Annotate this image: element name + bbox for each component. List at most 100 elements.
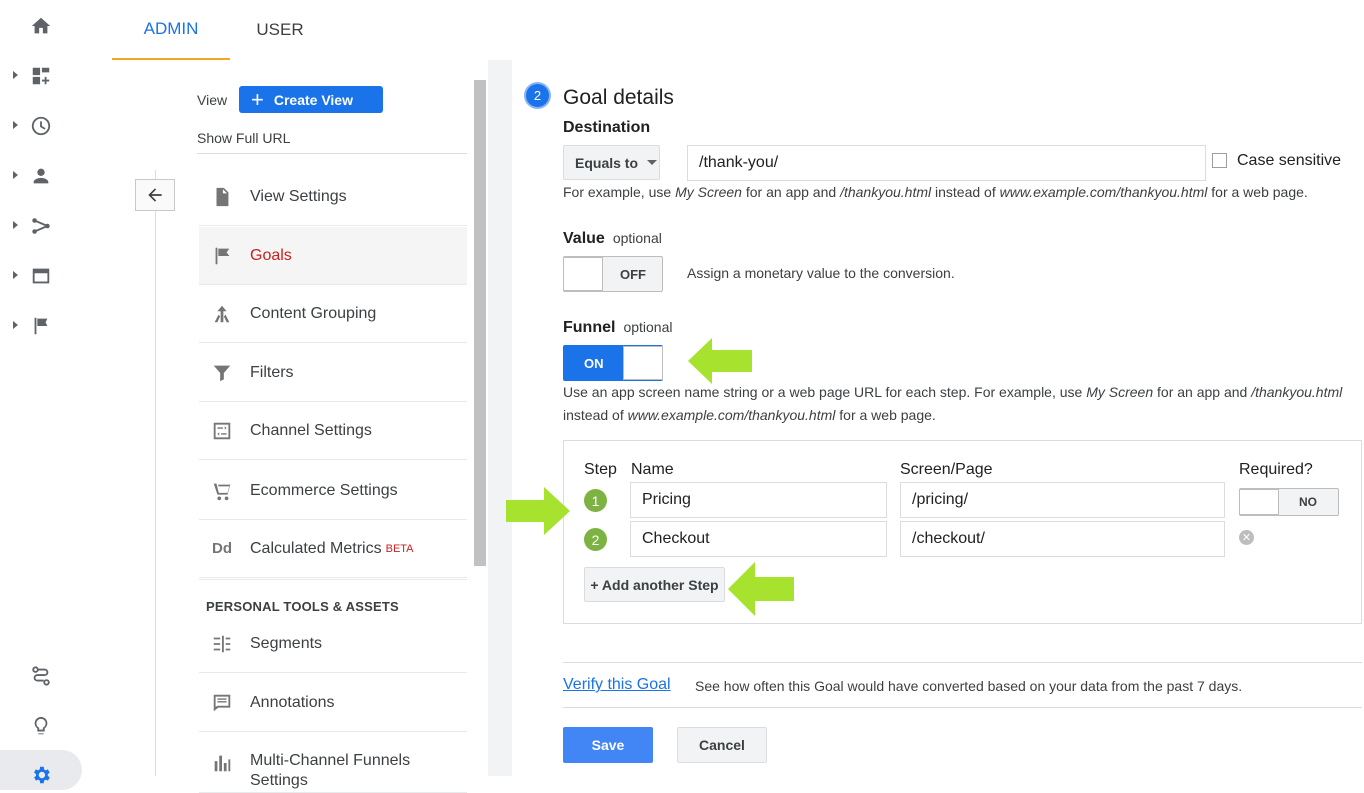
nav-item-annotations[interactable]: Annotations	[199, 674, 467, 732]
content-grouping-icon	[210, 302, 234, 326]
conversions-nav[interactable]	[0, 306, 82, 346]
nav-item-label: View Settings	[250, 187, 347, 205]
optional-tag: optional	[612, 230, 662, 246]
nav-item-filters[interactable]: Filters	[199, 344, 467, 402]
home-nav[interactable]	[0, 6, 82, 46]
realtime-nav[interactable]	[0, 106, 82, 146]
filter-icon	[210, 361, 234, 385]
verify-hint: See how often this Goal would have conve…	[695, 678, 1243, 694]
admin-nav[interactable]	[0, 750, 82, 790]
step-badge: 2	[584, 528, 607, 551]
nav-item-ecommerce-settings[interactable]: Ecommerce Settings	[199, 462, 467, 520]
col-required: Required?	[1239, 461, 1313, 478]
divider	[563, 662, 1362, 663]
save-button[interactable]: Save	[563, 727, 653, 763]
nav-item-mcf-settings[interactable]: Multi-Channel Funnels Settings	[199, 733, 467, 793]
step-screen-input[interactable]	[900, 482, 1225, 518]
nav-item-label: Content Grouping	[250, 304, 377, 322]
show-full-url-toggle[interactable]: Show Full URL	[197, 130, 290, 146]
funnel-hint-line2: instead of www.example.com/thankyou.html…	[563, 407, 936, 423]
person-icon	[33, 168, 49, 184]
clock-icon	[31, 116, 51, 136]
cart-icon	[210, 479, 234, 503]
left-rail	[0, 0, 112, 790]
discover-nav[interactable]	[0, 706, 82, 746]
audience-nav[interactable]	[0, 156, 82, 196]
nav-item-label: Calculated Metrics	[250, 539, 382, 557]
flag-icon	[210, 244, 234, 268]
verify-goal-link[interactable]: Verify this Goal	[563, 676, 671, 694]
section-title: PERSONAL TOOLS & ASSETS	[206, 599, 399, 614]
nav-item-goals[interactable]: Goals	[199, 227, 467, 285]
step-name-input[interactable]	[630, 521, 887, 557]
attribution-nav[interactable]	[0, 656, 82, 696]
step-screen-input[interactable]	[900, 521, 1225, 557]
step-name-input[interactable]	[630, 482, 887, 518]
hint-text: for an app and	[1153, 384, 1252, 400]
expand-caret-icon	[13, 71, 18, 79]
nav-item-label: Channel Settings	[250, 421, 372, 439]
hint-example: www.example.com/thankyou.html	[999, 184, 1208, 200]
timeline-line	[155, 170, 156, 776]
beta-badge: BETA	[385, 542, 414, 555]
hint-example: www.example.com/thankyou.html	[627, 407, 836, 423]
col-name: Name	[631, 461, 674, 478]
acquisition-icon	[32, 218, 50, 234]
funnel-hint-line1: Use an app screen name string or a web p…	[563, 384, 1342, 400]
nav-item-channel-settings[interactable]: Channel Settings	[199, 402, 467, 460]
hint-text: for a web page.	[1207, 184, 1308, 200]
funnel-label: Funnel optional	[563, 319, 672, 337]
chevron-down-icon	[647, 160, 658, 165]
required-toggle[interactable]: NO	[1239, 488, 1339, 516]
add-step-button[interactable]: + Add another Step	[584, 567, 725, 602]
remove-step-icon[interactable]: ✕	[1239, 530, 1254, 545]
value-toggle[interactable]: OFF	[563, 256, 663, 292]
bar-chart-icon	[210, 751, 234, 775]
match-type-dropdown[interactable]: Equals to	[563, 145, 660, 180]
match-type-value: Equals to	[575, 154, 639, 171]
nav-item-label: Goals	[250, 246, 292, 264]
highlight-arrow-icon	[506, 487, 570, 535]
back-button[interactable]	[135, 179, 175, 211]
highlight-arrow-icon	[688, 338, 752, 384]
window-icon	[32, 268, 50, 284]
nav-item-content-grouping[interactable]: Content Grouping	[199, 285, 467, 343]
toggle-knob	[623, 346, 663, 380]
nav-item-segments[interactable]: Segments	[199, 615, 467, 673]
dd-icon: Dd	[212, 540, 232, 557]
acquisition-nav[interactable]	[0, 206, 82, 246]
col-step: Step	[584, 461, 617, 478]
step-badge: 1	[584, 489, 607, 512]
annotations-icon	[210, 691, 234, 715]
divider	[199, 579, 467, 580]
toggle-state: NO	[1299, 495, 1317, 509]
nav-scrollbar[interactable]	[474, 80, 486, 566]
cancel-button[interactable]: Cancel	[677, 727, 767, 763]
nav-item-label: Ecommerce Settings	[250, 481, 398, 499]
case-sensitive-label: Case sensitive	[1237, 152, 1342, 169]
value-label-text: Value	[563, 230, 605, 247]
create-view-label: Create View	[273, 91, 353, 108]
hint-example: /thankyou.html	[840, 184, 932, 200]
funnel-toggle[interactable]: ON	[563, 345, 663, 381]
hint-text: instead of	[563, 407, 628, 423]
nav-item-view-settings[interactable]: View Settings	[199, 168, 467, 226]
expand-caret-icon	[13, 121, 18, 129]
nav-item-calculated-metrics[interactable]: Dd Calculated Metrics BETA	[199, 520, 467, 578]
behavior-nav[interactable]	[0, 256, 82, 296]
expand-caret-icon	[13, 171, 18, 179]
expand-caret-icon	[13, 321, 18, 329]
nav-item-label: Filters	[250, 363, 294, 381]
case-sensitive-checkbox[interactable]	[1212, 153, 1227, 168]
divider	[563, 707, 1362, 708]
hint-text: For example, use	[563, 184, 676, 200]
customization-nav[interactable]	[0, 56, 82, 96]
destination-input[interactable]	[687, 145, 1206, 181]
create-view-button[interactable]: + Create View	[239, 86, 383, 113]
home-icon	[31, 17, 51, 34]
toggle-knob	[563, 257, 603, 291]
hint-text: instead of	[931, 184, 1000, 200]
tab-admin[interactable]: ADMIN	[112, 0, 230, 60]
step-number-badge: 2	[524, 82, 551, 109]
tab-user[interactable]: USER	[230, 0, 330, 60]
